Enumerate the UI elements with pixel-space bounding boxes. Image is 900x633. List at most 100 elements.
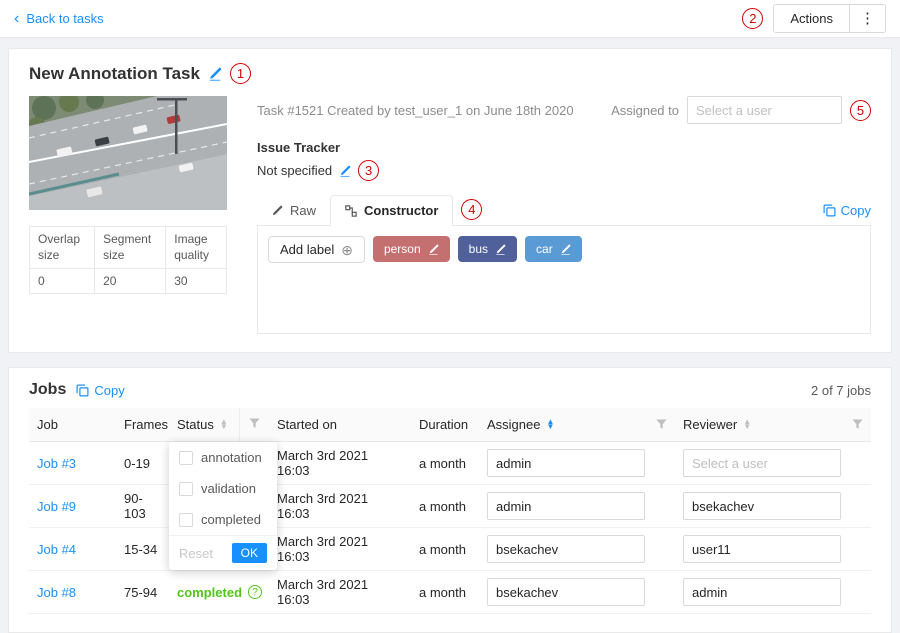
param-value-overlap: 0	[30, 269, 95, 294]
col-header-reviewer[interactable]: Reviewer ▲▼	[675, 408, 871, 442]
filter-option-label: completed	[201, 512, 261, 527]
tab-raw[interactable]: Raw	[257, 196, 330, 225]
tab-raw-label: Raw	[290, 203, 316, 218]
annotation-circle-5: 5	[850, 100, 871, 121]
reviewer-input[interactable]	[683, 578, 841, 606]
started-cell: March 3rd 2021 16:03	[269, 571, 411, 614]
filter-option-annotation[interactable]: annotation	[169, 442, 277, 473]
assignee-input[interactable]	[487, 449, 645, 477]
filter-footer: Reset OK	[169, 535, 277, 570]
param-header-overlap: Overlap size	[30, 227, 95, 269]
edit-issue-tracker-icon[interactable]	[339, 165, 351, 177]
copy-jobs-label: Copy	[94, 383, 124, 398]
assignee-sort-icon[interactable]: ▲▼	[546, 420, 554, 430]
assignee-input[interactable]	[487, 492, 645, 520]
duration-cell: a month	[411, 528, 479, 571]
task-assignee-input[interactable]	[687, 96, 842, 124]
param-value-segment: 20	[95, 269, 166, 294]
frames-cell: 75-94	[116, 571, 169, 614]
vertical-dots-icon: ⋮	[860, 10, 875, 27]
status-cell: completed ?	[169, 571, 269, 614]
edit-title-icon[interactable]	[208, 67, 222, 81]
jobs-card: Jobs Copy 2 of 7 jobs Job Frames Status …	[8, 367, 892, 633]
labels-tabs-bar: Raw Constructor 4 Copy	[257, 195, 871, 226]
edit-label-icon[interactable]	[495, 244, 506, 255]
frames-cell: 0-19	[116, 442, 169, 485]
table-row: Job #8 75-94 completed ? March 3rd 2021 …	[29, 571, 871, 614]
reviewer-filter-icon[interactable]	[852, 419, 863, 430]
copy-icon	[823, 204, 836, 217]
checkbox-completed[interactable]	[179, 513, 193, 527]
job-link[interactable]: Job #3	[37, 456, 76, 471]
filter-ok-button[interactable]: OK	[232, 543, 267, 563]
filter-reset-button[interactable]: Reset	[179, 546, 213, 561]
checkbox-annotation[interactable]	[179, 451, 193, 465]
annotation-circle-2: 2	[742, 8, 763, 29]
status-filter-button[interactable]	[239, 408, 269, 442]
add-label-text: Add label	[280, 242, 334, 257]
jobs-title: Jobs	[29, 381, 66, 399]
issue-tracker-label: Issue Tracker	[257, 140, 871, 155]
jobs-header: Jobs Copy 2 of 7 jobs	[29, 378, 871, 408]
reviewer-input[interactable]	[683, 535, 841, 563]
reviewer-input[interactable]	[683, 449, 841, 477]
status-sort-icon[interactable]: ▲▼	[220, 420, 228, 430]
started-cell: March 3rd 2021 16:03	[269, 442, 411, 485]
raw-pencil-icon	[271, 205, 283, 217]
table-row: Job #9 90-103 March 3rd 2021 16:03 a mon…	[29, 485, 871, 528]
actions-button-group: Actions ⋮	[773, 4, 886, 33]
task-details-card: New Annotation Task 1	[8, 48, 892, 353]
more-menu-button[interactable]: ⋮	[850, 5, 885, 32]
copy-labels-link[interactable]: Copy	[823, 203, 871, 225]
copy-label: Copy	[841, 203, 871, 218]
tab-constructor-label: Constructor	[364, 203, 438, 218]
plus-circle-icon: ⊕	[341, 243, 353, 257]
labels-constructor-panel: Add label ⊕ person bus car	[257, 226, 871, 334]
status-filter-dropdown: annotation validation completed Reset OK	[169, 442, 277, 570]
copy-jobs-link[interactable]: Copy	[76, 383, 124, 398]
annotation-circle-3: 3	[358, 160, 379, 181]
back-to-tasks-link[interactable]: ‹ Back to tasks	[14, 11, 104, 27]
filter-option-completed[interactable]: completed	[169, 504, 277, 535]
col-header-status[interactable]: Status ▲▼	[169, 408, 239, 442]
job-link[interactable]: Job #9	[37, 499, 76, 514]
label-chip-person[interactable]: person	[373, 236, 450, 262]
tab-constructor[interactable]: Constructor	[330, 195, 453, 226]
issue-tracker-value: Not specified	[257, 163, 332, 178]
label-name: bus	[469, 242, 488, 256]
topbar: ‹ Back to tasks 2 Actions ⋮	[0, 0, 900, 38]
task-body: Overlap size Segment size Image quality …	[29, 96, 871, 334]
checkbox-validation[interactable]	[179, 482, 193, 496]
label-chip-car[interactable]: car	[525, 236, 582, 262]
task-preview-image	[29, 96, 227, 210]
task-title: New Annotation Task	[29, 64, 200, 84]
col-header-frames: Frames	[116, 408, 169, 442]
edit-label-icon[interactable]	[560, 244, 571, 255]
status-help-icon[interactable]: ?	[248, 585, 262, 599]
job-link[interactable]: Job #8	[37, 585, 76, 600]
assignee-input[interactable]	[487, 578, 645, 606]
table-row: Job #4 15-34 March 3rd 2021 16:03 a mont…	[29, 528, 871, 571]
topbar-right: 2 Actions ⋮	[742, 4, 886, 33]
col-header-assignee[interactable]: Assignee ▲▼	[479, 408, 675, 442]
job-link[interactable]: Job #4	[37, 542, 76, 557]
back-to-tasks-label: Back to tasks	[26, 11, 103, 26]
filter-option-validation[interactable]: validation	[169, 473, 277, 504]
reviewer-sort-icon[interactable]: ▲▼	[743, 420, 751, 430]
actions-button[interactable]: Actions	[774, 5, 850, 32]
edit-label-icon[interactable]	[428, 244, 439, 255]
started-cell: March 3rd 2021 16:03	[269, 485, 411, 528]
constructor-icon	[345, 205, 357, 217]
duration-cell: a month	[411, 571, 479, 614]
table-row: Job #3 0-19 March 3rd 2021 16:03 a month	[29, 442, 871, 485]
add-label-button[interactable]: Add label ⊕	[268, 236, 365, 263]
jobs-count: 2 of 7 jobs	[811, 383, 871, 398]
duration-cell: a month	[411, 442, 479, 485]
reviewer-input[interactable]	[683, 492, 841, 520]
assignee-input[interactable]	[487, 535, 645, 563]
assignee-filter-icon[interactable]	[656, 419, 667, 430]
task-left-column: Overlap size Segment size Image quality …	[29, 96, 227, 334]
status-filter-icon	[249, 418, 260, 429]
task-meta-text: Task #1521 Created by test_user_1 on Jun…	[257, 103, 599, 118]
label-chip-bus[interactable]: bus	[458, 236, 517, 262]
